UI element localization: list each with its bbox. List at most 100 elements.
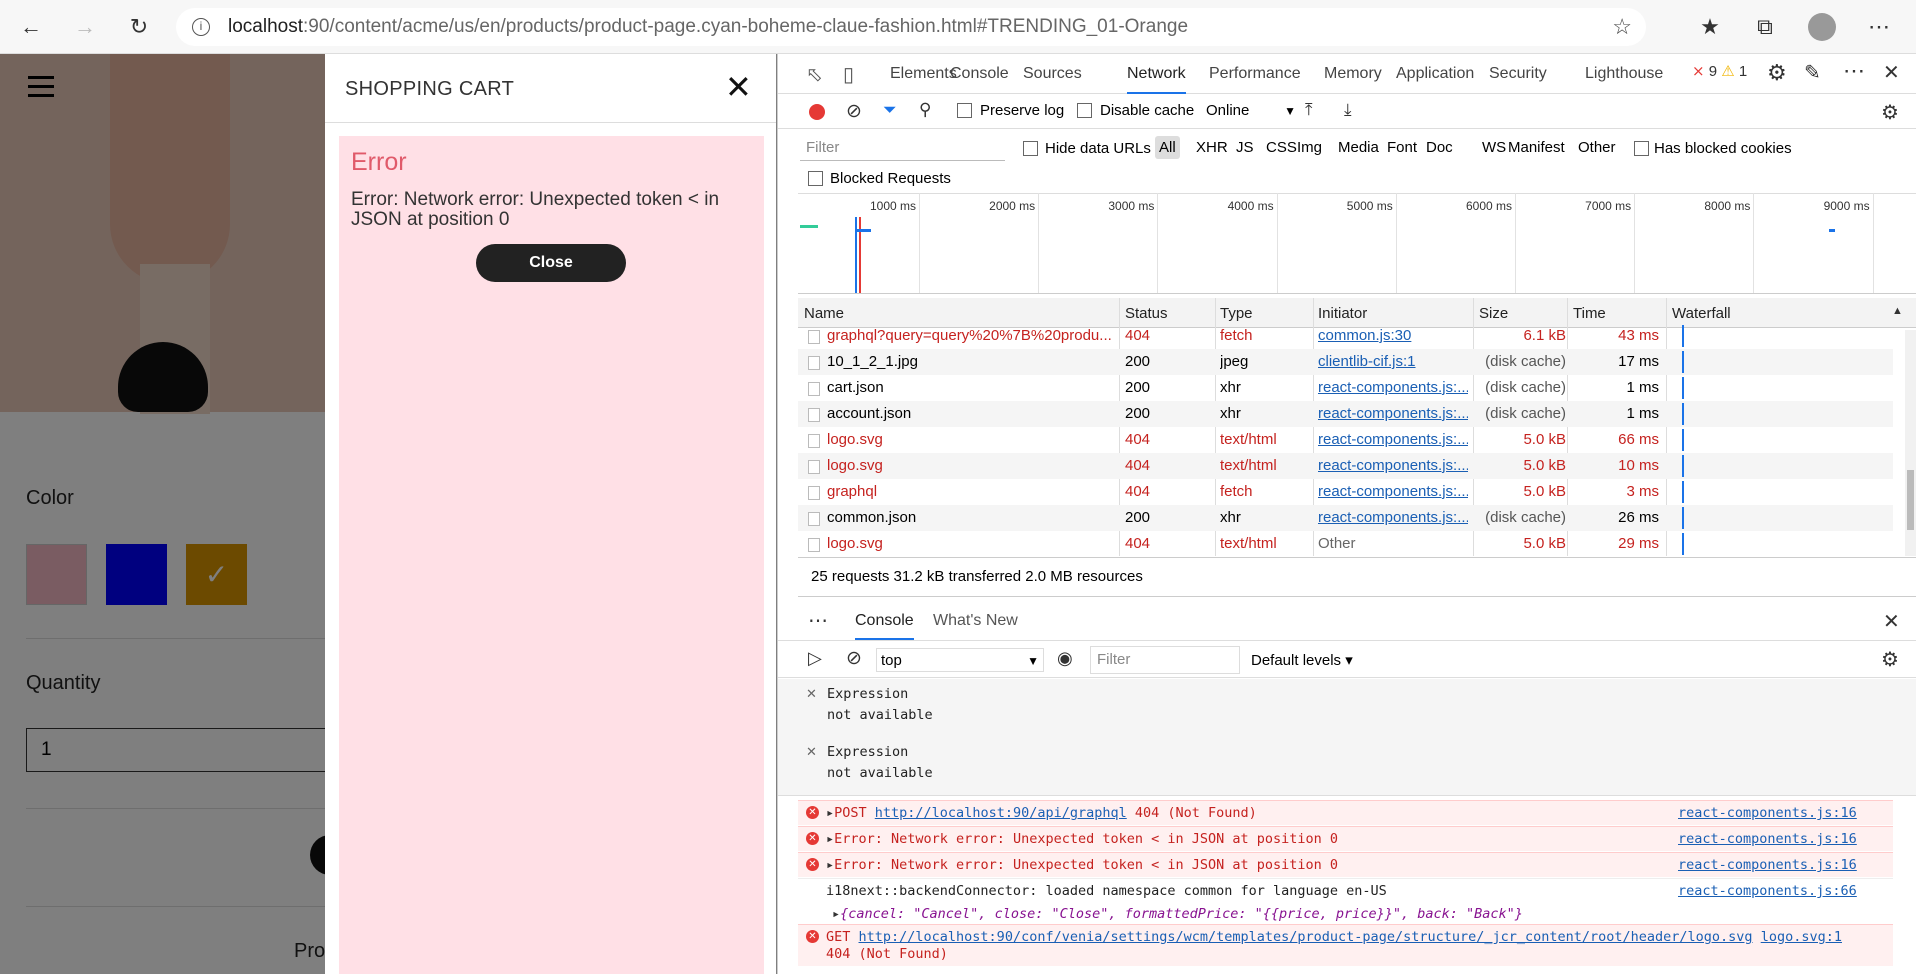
expression-label[interactable]: Expression [798,686,1893,702]
request-initiator[interactable]: react-components.js:... [1318,375,1468,401]
context-select[interactable]: top ▼ [876,648,1044,672]
request-row[interactable]: account.json 200 xhr react-components.js:..… [798,401,1893,427]
export-har-icon[interactable]: ⤓ [1344,100,1352,120]
collections-icon[interactable]: ⧉ [1748,10,1782,44]
filter-doc[interactable]: Doc [1422,136,1457,159]
request-row[interactable]: graphql?query=query%20%7B%20produ... 404 f… [798,323,1893,349]
request-name[interactable]: cart.json [827,375,1117,401]
clear-icon[interactable]: ⊘ [846,100,862,123]
column-header-time[interactable]: Time [1573,305,1606,322]
drawer-tab-whats-new[interactable]: What's New [933,612,1018,630]
forward-arrow-icon[interactable]: → [68,10,102,44]
request-initiator[interactable]: react-components.js:... [1318,479,1468,505]
filter-all[interactable]: All [1155,136,1180,159]
console-filter-input[interactable]: Filter [1090,646,1240,674]
filter-other[interactable]: Other [1574,136,1620,159]
blocked-cookies-checkbox[interactable] [1634,141,1649,156]
console-settings-icon[interactable]: ⚙ [1881,647,1899,672]
tab-lighthouse[interactable]: Lighthouse [1585,54,1663,94]
refresh-icon[interactable]: ↻ [122,10,156,44]
column-header-status[interactable]: Status [1125,305,1168,322]
request-row[interactable]: logo.svg 404 text/html react-components.js:… [798,427,1893,453]
record-icon[interactable] [809,104,825,120]
filter-xhr[interactable]: XHR [1192,136,1232,159]
request-row[interactable]: graphql 404 fetch react-components.js:... 5.… [798,479,1893,505]
import-har-icon[interactable]: ⤒ [1305,100,1313,120]
request-row[interactable]: common.json 200 xhr react-components.js:...… [798,505,1893,531]
live-expression-eye-icon[interactable]: ◉ [1057,648,1073,669]
search-icon[interactable]: ⚲ [919,100,931,120]
filter-img[interactable]: Img [1293,136,1326,159]
hide-data-urls-checkbox[interactable] [1023,141,1038,156]
request-initiator[interactable]: common.js:30 [1318,323,1468,349]
tab-sources[interactable]: Sources [1023,54,1082,94]
request-initiator[interactable]: react-components.js:... [1318,505,1468,531]
request-name[interactable]: logo.svg [827,427,1117,453]
object-preview[interactable]: ▸{cancel: "Cancel", close: "Close", form… [798,906,1893,922]
issues-counter[interactable]: ⨯ 9 ⚠ 1 [1692,62,1747,80]
expression-label[interactable]: Expression [798,744,1893,760]
request-name[interactable]: graphql [827,479,1117,505]
inspect-icon[interactable]: ⬁ [806,62,823,87]
request-name[interactable]: account.json [827,401,1117,427]
request-name[interactable]: logo.svg [827,531,1117,557]
console-message-source[interactable]: react-components.js:16 [1678,857,1857,873]
column-header-type[interactable]: Type [1220,305,1253,322]
more-options-icon[interactable]: ⋯ [1843,58,1865,84]
sidebar-toggle-icon[interactable]: ▷ [808,648,822,669]
more-menu-icon[interactable]: ⋯ [1862,10,1896,44]
filter-media[interactable]: Media [1334,136,1383,159]
tab-network[interactable]: Network [1127,54,1186,94]
star-icon[interactable]: ☆ [1612,14,1632,40]
drawer-tab-console[interactable]: Console [855,612,914,640]
device-toggle-icon[interactable]: ▯ [843,62,854,87]
tab-memory[interactable]: Memory [1324,54,1382,94]
profile-avatar[interactable] [1805,10,1839,44]
console-message-source[interactable]: react-components.js:16 [1678,831,1857,847]
blocked-requests-checkbox[interactable] [808,171,823,186]
request-name[interactable]: 10_1_2_1.jpg [827,349,1117,375]
feedback-icon[interactable]: ✎ [1804,60,1821,85]
close-devtools-icon[interactable]: ✕ [1883,60,1900,85]
filter-js[interactable]: JS [1232,136,1258,159]
close-drawer-icon[interactable]: ✕ [1883,609,1900,634]
tab-elements[interactable]: Elements [890,54,957,94]
tab-console[interactable]: Console [950,54,1009,94]
request-row[interactable]: cart.json 200 xhr react-components.js:... (d… [798,375,1893,401]
favorites-icon[interactable]: ★ [1693,10,1727,44]
preserve-log-checkbox[interactable] [957,103,972,118]
error-close-button[interactable]: Close [476,244,626,282]
address-bar[interactable]: i localhost:90/content/acme/us/en/produc… [176,8,1646,46]
request-row[interactable]: logo.svg 404 text/html Other 5.0 kB 29 ms [798,531,1893,557]
requests-scrollbar[interactable] [1905,330,1916,556]
column-header-initiator[interactable]: Initiator [1318,305,1367,322]
request-initiator[interactable]: clientlib-cif.js:1 [1318,349,1468,375]
column-header-size[interactable]: Size [1479,305,1508,322]
filter-icon[interactable]: ⏷ [883,100,897,120]
sort-arrow-icon[interactable]: ▲ [1892,305,1903,317]
network-settings-icon[interactable]: ⚙ [1881,100,1899,125]
request-initiator[interactable]: react-components.js:... [1318,427,1468,453]
info-icon[interactable]: i [192,18,210,36]
request-name[interactable]: graphql?query=query%20%7B%20produ... [827,323,1117,349]
tab-application[interactable]: Application [1396,54,1474,94]
request-initiator[interactable]: react-components.js:... [1318,401,1468,427]
column-header-waterfall[interactable]: Waterfall [1672,305,1731,322]
disable-cache-checkbox[interactable] [1077,103,1092,118]
expand-arrow-icon[interactable]: ▸ [826,831,834,847]
tab-performance[interactable]: Performance [1209,54,1301,94]
network-filter-input[interactable]: Filter [800,135,1005,161]
console-message-link[interactable]: http://localhost:90/api/graphql [875,805,1127,821]
drawer-menu-icon[interactable]: ⋯ [808,608,828,633]
expand-arrow-icon[interactable]: ▸ [826,805,834,821]
settings-gear-icon[interactable]: ⚙ [1767,60,1787,86]
request-row[interactable]: 10_1_2_1.jpg 200 jpeg clientlib-cif.js:1 (di… [798,349,1893,375]
request-name[interactable]: common.json [827,505,1117,531]
default-levels-dropdown[interactable]: Default levels ▾ [1251,651,1353,669]
console-clear-icon[interactable]: ⊘ [846,647,862,670]
tab-security[interactable]: Security [1489,54,1547,94]
console-message-source[interactable]: react-components.js:16 [1678,805,1857,821]
filter-manifest[interactable]: Manifest [1504,136,1569,159]
close-icon[interactable]: ✕ [725,68,752,106]
request-name[interactable]: logo.svg [827,453,1117,479]
